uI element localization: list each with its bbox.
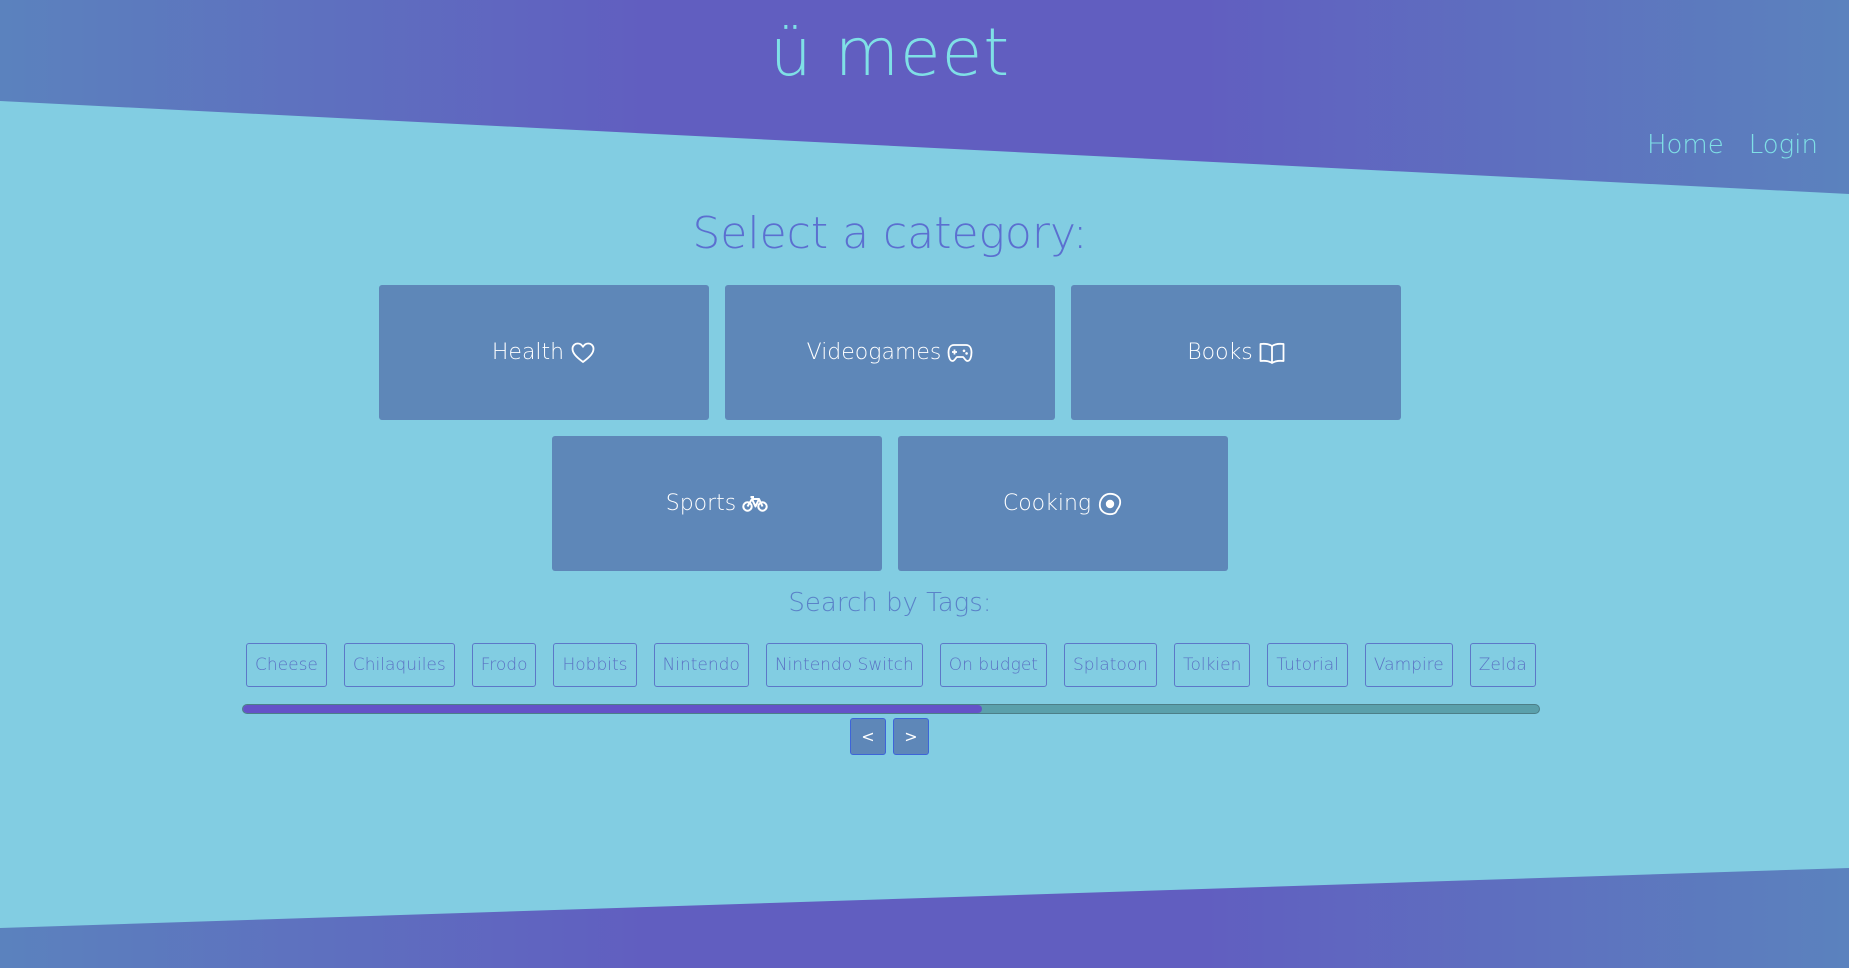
bicycle-icon [742,491,768,517]
category-card-sports[interactable]: Sports [552,436,882,571]
nav-home-link[interactable]: Home [1647,130,1724,160]
tag-button[interactable]: Zelda [1469,643,1536,687]
category-row: Sports Cooking [0,436,1780,571]
category-card-books[interactable]: Books [1071,285,1401,420]
category-card-videogames[interactable]: Videogames [725,285,1055,420]
tag-button[interactable]: On budget [939,643,1047,687]
category-label: Cooking [1002,491,1092,516]
tags-track: Cheese Chilaquiles Frodo Hobbits Nintendo Nin… [244,643,1540,687]
tag-button[interactable]: Chilaquiles [343,643,455,687]
category-label: Videogames [806,340,942,365]
tags-carousel: Cheese Chilaquiles Frodo Hobbits Nintendo Nin… [244,643,1540,691]
tag-button[interactable]: Tolkien [1173,643,1251,687]
category-label: Health [491,340,565,365]
nav-login-link[interactable]: Login [1749,130,1818,160]
site-logo[interactable]: ü meet [0,14,1780,91]
category-card-health[interactable]: Health [379,285,709,420]
tag-button[interactable]: Nintendo Switch [765,643,923,687]
tags-prev-button[interactable]: < [850,718,886,755]
page-title: Select a category: [692,208,1088,259]
tags-scrollbar[interactable] [242,704,1540,714]
tag-button[interactable]: Nintendo [653,643,749,687]
book-icon [1259,340,1285,366]
page: ü meet Home Login Select a category: Hea… [0,0,1849,968]
tags-heading: Search by Tags: [788,588,992,618]
tag-button[interactable]: Tutorial [1267,643,1348,687]
tag-button[interactable]: Hobbits [553,643,637,687]
tags-pager: < > [850,718,929,755]
tag-button[interactable]: Cheese [246,643,327,687]
footer-banner [0,868,1849,968]
heart-icon [570,340,596,366]
tags-next-button[interactable]: > [893,718,929,755]
top-nav: Home Login [1647,130,1818,160]
tags-scrollbar-thumb[interactable] [243,705,982,713]
category-grid: Health Videogames Books Sports Cooking [0,285,1780,587]
gamepad-icon [947,340,973,366]
category-label: Sports [665,491,737,516]
tag-button[interactable]: Splatoon [1063,643,1157,687]
category-card-cooking[interactable]: Cooking [898,436,1228,571]
tag-button[interactable]: Vampire [1364,643,1453,687]
fried-egg-icon [1097,491,1123,517]
category-label: Books [1187,340,1253,365]
category-row: Health Videogames Books [0,285,1780,420]
tag-button[interactable]: Frodo [471,643,537,687]
